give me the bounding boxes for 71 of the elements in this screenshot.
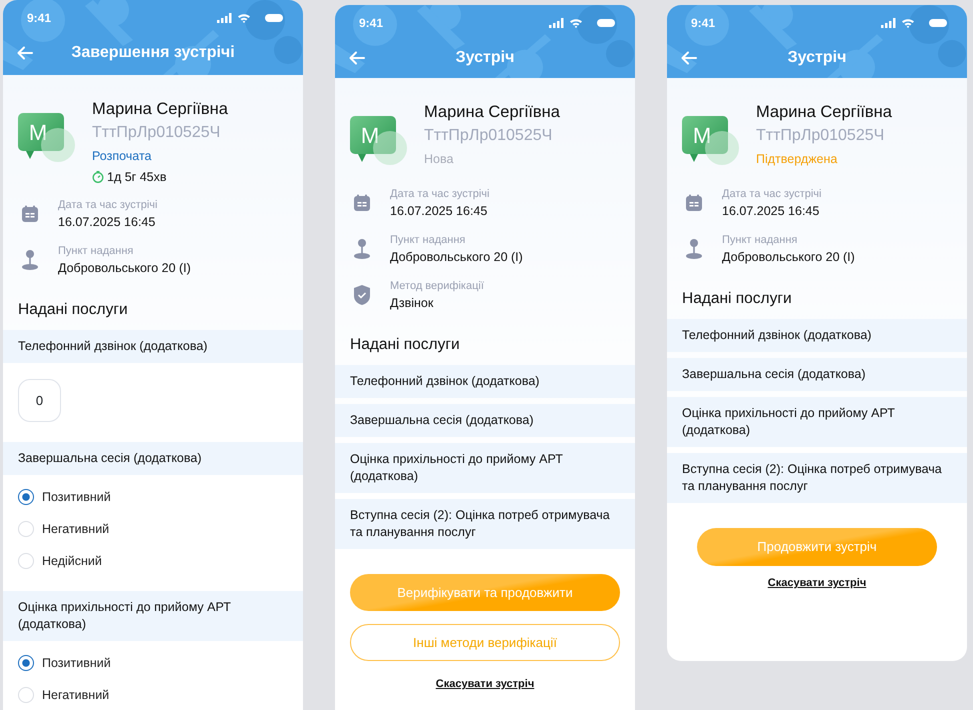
- count-field[interactable]: 0: [18, 379, 61, 422]
- wifi-icon: [237, 13, 251, 23]
- status-label: Нова: [424, 151, 454, 168]
- section-title: Надані послуги: [349, 335, 461, 355]
- detail-label: Пункт надання: [722, 233, 798, 248]
- service-item: Завершальна сесія (додаткова): [667, 358, 967, 391]
- cancel-link[interactable]: Скасувати зустріч: [436, 676, 534, 692]
- calendar-icon: [21, 205, 39, 223]
- service-item: Вступна сесія (2): Оцінка потреб отримувача та планування послуг: [667, 453, 967, 503]
- section-title: Надані послуги: [681, 289, 793, 309]
- timer-text: 1д 5г 45хв: [107, 169, 166, 186]
- map-pin-icon: [685, 238, 703, 260]
- service-item: Вступна сесія (2): Оцінка потреб отримувача та планування послуг: [335, 499, 635, 549]
- wifi-icon: [901, 18, 915, 28]
- cancel-link[interactable]: Скасувати зустріч: [768, 575, 866, 592]
- signal-icon: [549, 18, 565, 28]
- radio-label: Недійсний: [42, 552, 102, 570]
- service-item: Телефонний дзвінок (додаткова): [667, 319, 967, 352]
- patient-name: Марина Сергіївна: [424, 102, 560, 123]
- service-item: Оцінка прихільності до прийому АРТ (додаткова): [667, 397, 967, 447]
- screen-title: Завершення зустрічі: [70, 43, 236, 63]
- radio-label: Позитивний: [42, 654, 111, 672]
- patient-name: Марина Сергіївна: [756, 102, 892, 123]
- screen-title: Зустріч: [786, 48, 848, 68]
- status-time: 9:41: [691, 15, 716, 32]
- timer-icon: [92, 171, 104, 183]
- radio-label: Негативний: [42, 520, 110, 538]
- map-pin-icon: [21, 249, 39, 271]
- service-item: Завершальна сесія (додаткова): [3, 442, 303, 475]
- status-time: 9:41: [27, 10, 52, 27]
- detail-value: Добровольського 20 (І): [58, 260, 191, 277]
- patient-code: ТттПрЛр010525Ч: [92, 123, 222, 143]
- calendar-icon: [353, 194, 371, 212]
- signal-icon: [881, 18, 897, 28]
- service-item: Оцінка прихільності до прийому АРТ (додаткова): [3, 591, 303, 641]
- service-item: Телефонний дзвінок (додаткова): [3, 330, 303, 363]
- detail-label: Дата та час зустрічі: [722, 187, 822, 202]
- status-label: Підтверджена: [756, 151, 838, 168]
- radio-button[interactable]: [18, 489, 34, 505]
- detail-label: Метод верифікації: [390, 279, 484, 294]
- detail-value: 16.07.2025 16:45: [58, 214, 156, 231]
- section-title: Надані послуги: [17, 300, 129, 320]
- service-item: Оцінка прихільності до прийому АРТ (додаткова): [335, 443, 635, 493]
- map-pin-icon: [353, 238, 371, 260]
- detail-value: 16.07.2025 16:45: [722, 203, 820, 220]
- detail-label: Пункт надання: [58, 244, 134, 259]
- shield-check-icon: [353, 284, 371, 306]
- wifi-icon: [569, 18, 583, 28]
- detail-label: Дата та час зустрічі: [390, 187, 490, 202]
- radio-label: Негативний: [42, 686, 110, 704]
- detail-value: Добровольського 20 (І): [722, 249, 855, 266]
- detail-value: Добровольського 20 (І): [390, 249, 523, 266]
- detail-value: Дзвінок: [390, 295, 434, 312]
- patient-code: ТттПрЛр010525Ч: [756, 126, 886, 146]
- signal-icon: [217, 13, 233, 23]
- detail-label: Дата та час зустрічі: [58, 198, 158, 213]
- back-button[interactable]: [349, 51, 365, 65]
- patient-name: Марина Сергіївна: [92, 99, 228, 120]
- detail-label: Пункт надання: [390, 233, 466, 248]
- service-item: Телефонний дзвінок (додаткова): [335, 365, 635, 398]
- radio-label: Позитивний: [42, 488, 111, 506]
- detail-value: 16.07.2025 16:45: [390, 203, 488, 220]
- status-label: Розпочата: [92, 148, 153, 165]
- screen-title: Зустріч: [454, 48, 516, 68]
- service-item: Завершальна сесія (додаткова): [335, 404, 635, 437]
- status-time: 9:41: [359, 15, 384, 32]
- calendar-icon: [685, 194, 703, 212]
- back-button[interactable]: [17, 46, 33, 60]
- back-button[interactable]: [681, 51, 697, 65]
- radio-button[interactable]: [18, 655, 34, 671]
- patient-code: ТттПрЛр010525Ч: [424, 126, 554, 146]
